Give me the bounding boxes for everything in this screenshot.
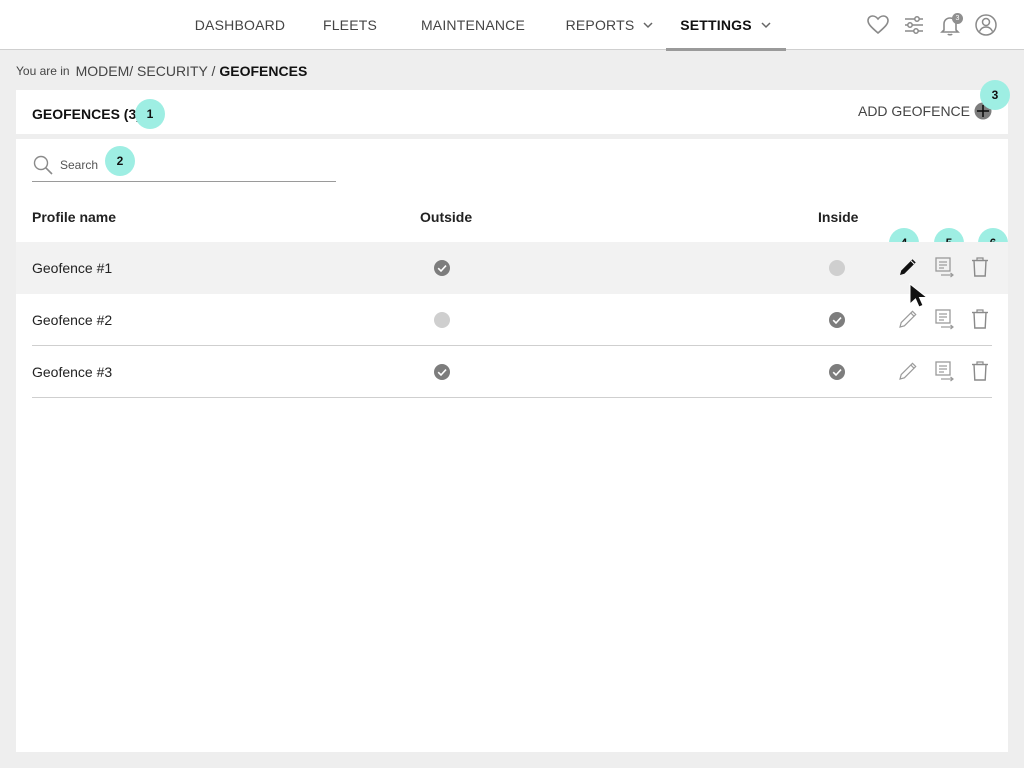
column-header-inside: Inside [818,209,859,225]
search-input[interactable] [60,158,320,172]
edit-icon[interactable] [896,359,920,383]
details-icon[interactable] [932,307,956,331]
nav-fleets-label: FLEETS [322,17,378,33]
row-divider [32,397,992,398]
outside-status-indicator [434,312,450,328]
edit-icon[interactable] [896,307,920,331]
table-row[interactable]: Geofence #1 [16,242,1008,294]
mouse-cursor-icon [909,282,929,308]
profile-name: Geofence #2 [32,312,113,328]
trash-icon[interactable] [968,307,992,331]
details-icon[interactable] [932,359,956,383]
search-icon [33,155,53,175]
geofences-panel: 2 Profile name Outside Inside 4 5 6 Geof… [16,139,1008,752]
add-geofence-button[interactable]: ADD GEOFENCE [858,102,992,120]
top-navigation: DASHBOARD FLEETS MAINTENANCE REPORTS SET… [0,0,1024,51]
add-geofence-label: ADD GEOFENCE [857,103,970,119]
notification-badge: 3 [952,13,963,24]
check-icon [832,369,842,377]
annotation-marker: 2 [105,146,135,176]
nav-dashboard[interactable]: DASHBOARD [188,0,292,50]
annotation-marker: 1 [135,99,165,129]
check-icon [832,317,842,325]
profile-name: Geofence #1 [32,260,113,276]
breadcrumb: You are in MODEM/ SECURITY / GEOFENCES [16,62,307,80]
nav-reports-label: REPORTS [565,17,635,33]
column-header-outside: Outside [420,209,473,225]
inside-status-indicator [829,260,845,276]
nav-reports[interactable]: REPORTS [560,0,660,50]
user-icon[interactable] [974,13,998,37]
outside-status-indicator [434,364,450,380]
edit-icon[interactable] [896,255,920,279]
search-field[interactable] [32,149,336,182]
nav-fleets[interactable]: FLEETS [316,0,384,50]
sliders-icon[interactable] [902,13,926,37]
inside-status-indicator [829,364,845,380]
chevron-down-icon [761,22,771,29]
details-icon[interactable] [932,255,956,279]
heart-icon[interactable] [866,13,890,37]
geofences-header: GEOFENCES (3) ADD GEOFENCE 1 3 [16,80,1010,134]
chevron-down-icon [643,22,653,29]
nav-settings-label: SETTINGS [680,17,752,33]
table-row[interactable]: Geofence #3 [16,346,1008,398]
nav-settings[interactable]: SETTINGS [666,0,786,51]
breadcrumb-current: GEOFENCES [219,63,308,79]
inside-status-indicator [829,312,845,328]
table-row[interactable]: Geofence #2 [16,294,1008,346]
trash-icon[interactable] [968,359,992,383]
breadcrumb-path[interactable]: MODEM/ SECURITY / [76,63,216,79]
breadcrumb-prefix: You are in [16,64,70,78]
trash-icon[interactable] [968,255,992,279]
page-title: GEOFENCES (3) [32,106,141,122]
nav-dashboard-label: DASHBOARD [194,17,286,33]
profile-name: Geofence #3 [32,364,113,380]
check-icon [437,369,447,377]
annotation-marker: 3 [980,80,1010,110]
nav-maintenance[interactable]: MAINTENANCE [412,0,534,50]
nav-maintenance-label: MAINTENANCE [420,17,526,33]
check-icon [437,265,447,273]
outside-status-indicator [434,260,450,276]
column-header-profile-name: Profile name [32,209,117,225]
